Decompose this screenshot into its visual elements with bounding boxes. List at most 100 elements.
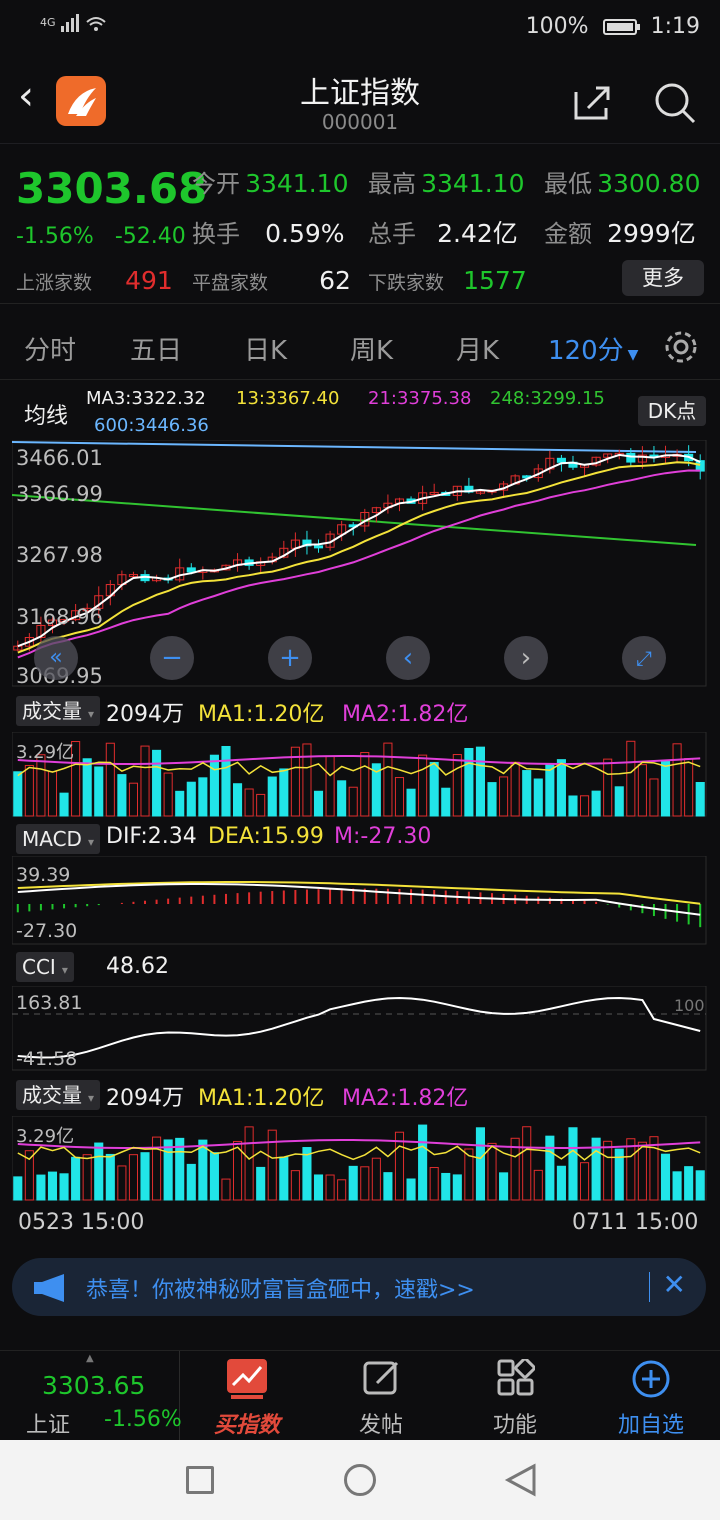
volume-bar: [128, 782, 138, 817]
home-button[interactable]: [344, 1464, 376, 1496]
search-button[interactable]: [650, 78, 698, 126]
volume-bar: [94, 1142, 104, 1201]
volume-bar: [36, 1174, 46, 1201]
volume-bar: [499, 1172, 509, 1201]
cci-value: 48.62: [106, 954, 169, 979]
change-value: -52.40: [114, 224, 186, 249]
ticker-widget[interactable]: ▲ 3303.65 上证 -1.56%: [0, 1351, 182, 1441]
volume-bar: [198, 777, 208, 817]
back-nav-button[interactable]: [504, 1462, 538, 1498]
cci-axis-top: 163.81: [16, 992, 83, 1014]
more-button[interactable]: 更多: [622, 260, 704, 296]
volume-bar: [140, 745, 150, 817]
volume-axis-label: 3.29亿: [16, 742, 75, 763]
volume-bar: [591, 790, 601, 817]
zoom-out-button[interactable]: −: [150, 636, 194, 680]
volume2-ma2: MA2:1.82亿: [342, 1086, 469, 1111]
stat-label: 最高: [368, 170, 416, 198]
share-button[interactable]: [568, 78, 616, 126]
volume-bar: [487, 782, 497, 817]
volume-bar: [637, 764, 647, 817]
volume-bar: [452, 1174, 462, 1201]
stat-label: 最低: [544, 170, 592, 198]
tab-five-day[interactable]: 五日: [130, 330, 182, 367]
nav-post[interactable]: 发帖: [314, 1351, 448, 1441]
scroll-right-button[interactable]: ›: [504, 636, 548, 680]
breadth-label: 上涨家数: [16, 272, 93, 294]
selector-label: 成交量: [22, 699, 82, 723]
volume-bar: [522, 1126, 532, 1201]
ma600-label: 600:3446.36: [94, 415, 209, 436]
volume-bar: [325, 1174, 335, 1201]
nav-label: 功能: [492, 1413, 537, 1438]
cci-selector[interactable]: CCI: [16, 952, 74, 982]
volume-value: 2094万: [106, 702, 184, 727]
kline-chart[interactable]: [12, 440, 708, 688]
nav-functions[interactable]: 功能: [448, 1351, 582, 1441]
close-icon[interactable]: ✕: [663, 1268, 686, 1301]
tab-weekly-k[interactable]: 周K: [350, 330, 393, 367]
volume-chart[interactable]: [12, 732, 708, 818]
nav-add-watchlist[interactable]: 加自选: [584, 1351, 718, 1441]
volume-bar: [499, 776, 509, 817]
stat-value: 3300.80: [597, 169, 701, 198]
breadth-up: 上涨家数 491: [16, 266, 173, 295]
volume-bar: [383, 742, 393, 817]
macd-selector[interactable]: MACD: [16, 824, 100, 854]
ma21-line: [17, 469, 701, 659]
status-bar: 4G 100% 1:19: [0, 0, 720, 56]
dk-button[interactable]: DK点: [638, 396, 706, 426]
breadth-down: 下跌家数 1577: [368, 266, 527, 295]
volume-bar: [186, 781, 196, 817]
ticker-price: 3303.65: [42, 1371, 146, 1400]
volume-bar: [429, 1167, 439, 1201]
tab-timeshare[interactable]: 分时: [24, 330, 76, 367]
nav-buy-index[interactable]: 买指数: [180, 1351, 314, 1441]
volume-bar: [221, 745, 231, 817]
stat-label: 总手: [368, 220, 416, 248]
volume-ma1: MA1:1.20亿: [198, 702, 325, 727]
volume-bar: [94, 766, 104, 817]
fullscreen-button[interactable]: ⤢: [622, 636, 666, 680]
promo-banner[interactable]: 恭喜！你被神秘财富盲盒砸中，速戳>> ✕: [12, 1258, 706, 1316]
stat-label: 今开: [192, 170, 240, 198]
volume-bar: [464, 747, 474, 817]
period-tabs: 分时 五日 日K 周K 月K 120分 ▼: [0, 318, 720, 380]
ticker-change: -1.56%: [104, 1407, 182, 1432]
promo-text: 恭喜！你被神秘财富盲盒砸中，速戳>>: [86, 1278, 475, 1303]
ma13-label: 13:3367.40: [236, 388, 340, 409]
volume-bar: [684, 1166, 694, 1201]
volume-bar: [302, 743, 312, 817]
volume-bar: [117, 774, 127, 817]
volume-selector-2[interactable]: 成交量: [16, 1080, 101, 1110]
volume-bar: [383, 1172, 393, 1201]
zoom-in-button[interactable]: +: [268, 636, 312, 680]
dif-line: [17, 883, 701, 916]
header: ‹ 上证指数 000001: [0, 56, 720, 144]
volume-selector[interactable]: 成交量: [16, 696, 101, 726]
stat-amount: 金额 2999亿: [544, 214, 696, 250]
macd-m: M:-27.30: [334, 824, 432, 849]
volume-bar: [105, 742, 115, 817]
ma-indicator-label[interactable]: 均线: [24, 398, 68, 430]
volume-bar: [209, 754, 219, 817]
volume-bar: [418, 754, 428, 817]
cci-chart[interactable]: [12, 986, 708, 1072]
volume-bar: [313, 1174, 324, 1201]
macd-chart[interactable]: [12, 856, 708, 946]
ma3-label: MA3:3322.32: [86, 388, 206, 409]
candle-body: [186, 567, 196, 573]
edit-icon: [363, 1361, 399, 1395]
tab-daily-k[interactable]: 日K: [244, 330, 287, 367]
tab-120min[interactable]: 120分 ▼: [548, 330, 638, 367]
panel-frame: [12, 732, 707, 817]
y-axis-label: 3366.99: [16, 482, 103, 506]
recent-apps-button[interactable]: [186, 1466, 214, 1494]
volume-chart-2[interactable]: [12, 1116, 708, 1202]
rewind-button[interactable]: «: [34, 636, 78, 680]
settings-button[interactable]: [662, 328, 700, 370]
tab-monthly-k[interactable]: 月K: [456, 330, 499, 367]
cci-ref-label: 100: [674, 996, 705, 1015]
scroll-left-button[interactable]: ‹: [386, 636, 430, 680]
candle-body: [313, 545, 324, 549]
